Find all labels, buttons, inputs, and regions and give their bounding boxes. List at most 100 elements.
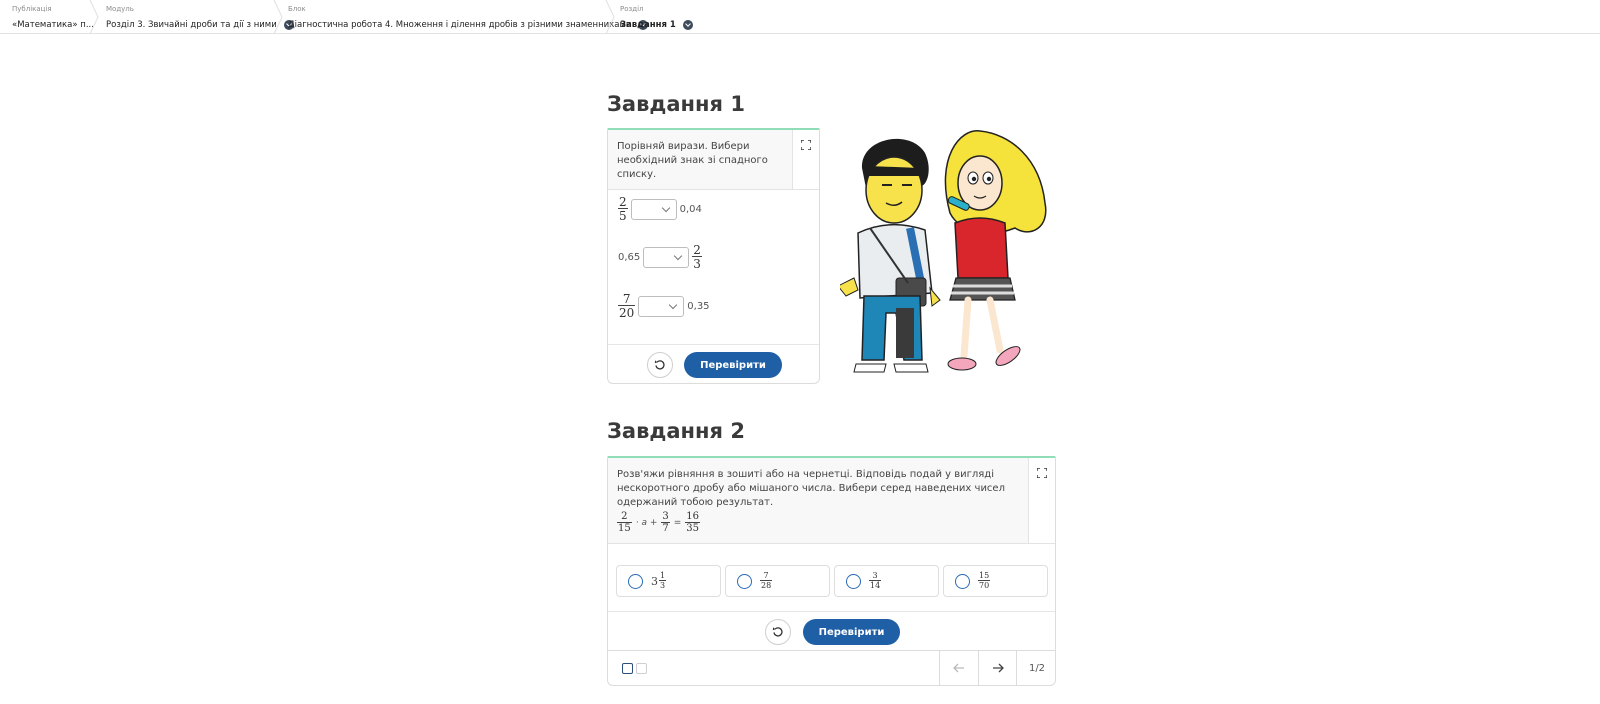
- denominator: 5: [618, 208, 628, 223]
- comparison-value: 0,35: [687, 300, 710, 312]
- fraction: 16 35: [685, 511, 701, 534]
- numerator: 15: [979, 571, 990, 580]
- equation: 2 15 · a + 3 7 = 16 35: [617, 511, 701, 534]
- fraction: 1 3: [659, 571, 667, 590]
- answer-option-4[interactable]: 15 70: [943, 565, 1048, 597]
- reset-icon: [772, 627, 783, 637]
- breadcrumb-caption: Публікація: [12, 5, 52, 13]
- answer-options: 3 1 3 7 28 3 14 15 70: [616, 565, 1048, 597]
- radio-button[interactable]: [955, 573, 970, 589]
- reset-icon: [654, 360, 665, 370]
- denominator: 20: [618, 305, 636, 320]
- comparison-select[interactable]: [643, 246, 690, 268]
- task-1-card: Порівняй вирази. Вибери необхідний знак …: [607, 128, 820, 384]
- arrow-left-icon: [953, 663, 964, 673]
- numerator: 2: [619, 195, 627, 209]
- expand-icon: [1037, 468, 1047, 478]
- pagination-footer: 1/2: [608, 650, 1055, 685]
- question-text: Розв'яжи рівняння в зошиті або на чернет…: [617, 469, 1005, 508]
- arrow-right-icon: [992, 663, 1004, 673]
- numerator: 2: [621, 511, 628, 522]
- reset-button[interactable]: [765, 619, 791, 645]
- denominator: 3: [692, 256, 702, 271]
- chevron-down-icon[interactable]: [682, 20, 693, 30]
- numerator: 3: [662, 511, 669, 522]
- breadcrumb: Публікація «Математика» п... Модуль Розд…: [0, 0, 1600, 34]
- numerator: 2: [693, 243, 701, 257]
- comparison-select[interactable]: [638, 295, 685, 317]
- comparison-row-2: 0,65 2 3: [618, 244, 702, 270]
- fraction: 15 70: [978, 571, 991, 590]
- task-1-actions: Перевірити: [608, 344, 819, 383]
- breadcrumb-separator: [273, 0, 283, 34]
- fraction: 3 14: [869, 571, 882, 590]
- task-2-actions: Перевірити: [608, 611, 1055, 651]
- breadcrumb-value: Розділ 3. Звичайні дроби та дії з ними: [106, 20, 277, 30]
- task-1-title: Завдання 1: [607, 92, 745, 116]
- numerator: 1: [660, 571, 666, 580]
- question-header: Порівняй вирази. Вибери необхідний знак …: [608, 130, 819, 190]
- progress-dot-current[interactable]: [622, 663, 633, 674]
- comparison-row-3: 7 20 0,35: [618, 293, 710, 319]
- denominator: 15: [617, 522, 632, 534]
- breadcrumb-separator: [89, 0, 99, 34]
- denominator: 70: [978, 580, 991, 590]
- breadcrumb-separator: [605, 0, 615, 34]
- fraction: 2 5: [618, 196, 628, 222]
- expand-button[interactable]: [792, 130, 819, 189]
- next-button[interactable]: [978, 651, 1016, 685]
- whole-part: 3: [651, 574, 658, 588]
- comparison-row-1: 2 5 0,04: [618, 196, 702, 222]
- reset-button[interactable]: [647, 352, 673, 378]
- task-progress-dots: [622, 663, 647, 674]
- option-label: 3 1 3: [651, 571, 667, 590]
- breadcrumb-module[interactable]: Модуль Розділ 3. Звичайні дроби та дії з…: [106, 0, 294, 34]
- breadcrumb-caption: Розділ: [620, 5, 644, 13]
- radio-button[interactable]: [846, 573, 861, 589]
- answer-option-1[interactable]: 3 1 3: [616, 565, 721, 597]
- task-2-card: Розв'яжи рівняння в зошиті або на чернет…: [607, 456, 1056, 686]
- comparison-value: 0,04: [679, 203, 702, 215]
- option-label: 15 70: [978, 571, 991, 590]
- check-button[interactable]: Перевірити: [684, 352, 782, 378]
- expand-icon: [801, 140, 811, 150]
- numerator: 3: [872, 571, 878, 580]
- answer-option-3[interactable]: 3 14: [834, 565, 939, 597]
- comparison-value: 0,65: [618, 251, 641, 263]
- equation-operator: · a +: [635, 518, 658, 528]
- breadcrumb-block[interactable]: Блок Діагностична робота 4. Множення і д…: [288, 0, 649, 34]
- fraction: 2 15: [617, 512, 632, 534]
- fraction: 7 20: [618, 292, 636, 320]
- children-illustration: [840, 130, 1047, 373]
- numerator: 7: [622, 292, 631, 306]
- question-text: Порівняй вирази. Вибери необхідний знак …: [617, 141, 768, 180]
- comparison-select[interactable]: [630, 198, 677, 220]
- prev-button[interactable]: [939, 651, 978, 685]
- expand-button[interactable]: [1028, 458, 1055, 543]
- breadcrumb-publication[interactable]: Публікація «Математика» п...: [12, 0, 94, 34]
- radio-button[interactable]: [628, 573, 643, 589]
- fraction: 3 7: [661, 511, 670, 534]
- breadcrumb-value: «Математика» п...: [12, 20, 94, 30]
- denominator: 7: [661, 522, 670, 534]
- numerator: 16: [686, 511, 700, 522]
- radio-button[interactable]: [737, 573, 752, 589]
- answer-option-2[interactable]: 7 28: [725, 565, 830, 597]
- fraction: 7 28: [760, 571, 773, 590]
- breadcrumb-section[interactable]: Розділ Завдання 1: [620, 0, 693, 34]
- breadcrumb-caption: Модуль: [106, 5, 134, 13]
- breadcrumb-caption: Блок: [288, 5, 306, 13]
- option-label: 7 28: [760, 571, 773, 590]
- check-button[interactable]: Перевірити: [803, 619, 900, 645]
- numerator: 7: [763, 571, 769, 580]
- question-header: Розв'яжи рівняння в зошиті або на чернет…: [608, 458, 1055, 544]
- page-indicator: 1/2: [1016, 651, 1055, 685]
- progress-dot[interactable]: [636, 663, 647, 674]
- fraction: 2 3: [692, 244, 702, 270]
- breadcrumb-value: Завдання 1: [620, 20, 676, 30]
- option-label: 3 14: [869, 571, 882, 590]
- denominator: 28: [760, 580, 773, 590]
- equation-equals: =: [673, 518, 682, 528]
- denominator: 14: [869, 580, 882, 590]
- breadcrumb-value: Діагностична робота 4. Множення і діленн…: [288, 20, 632, 30]
